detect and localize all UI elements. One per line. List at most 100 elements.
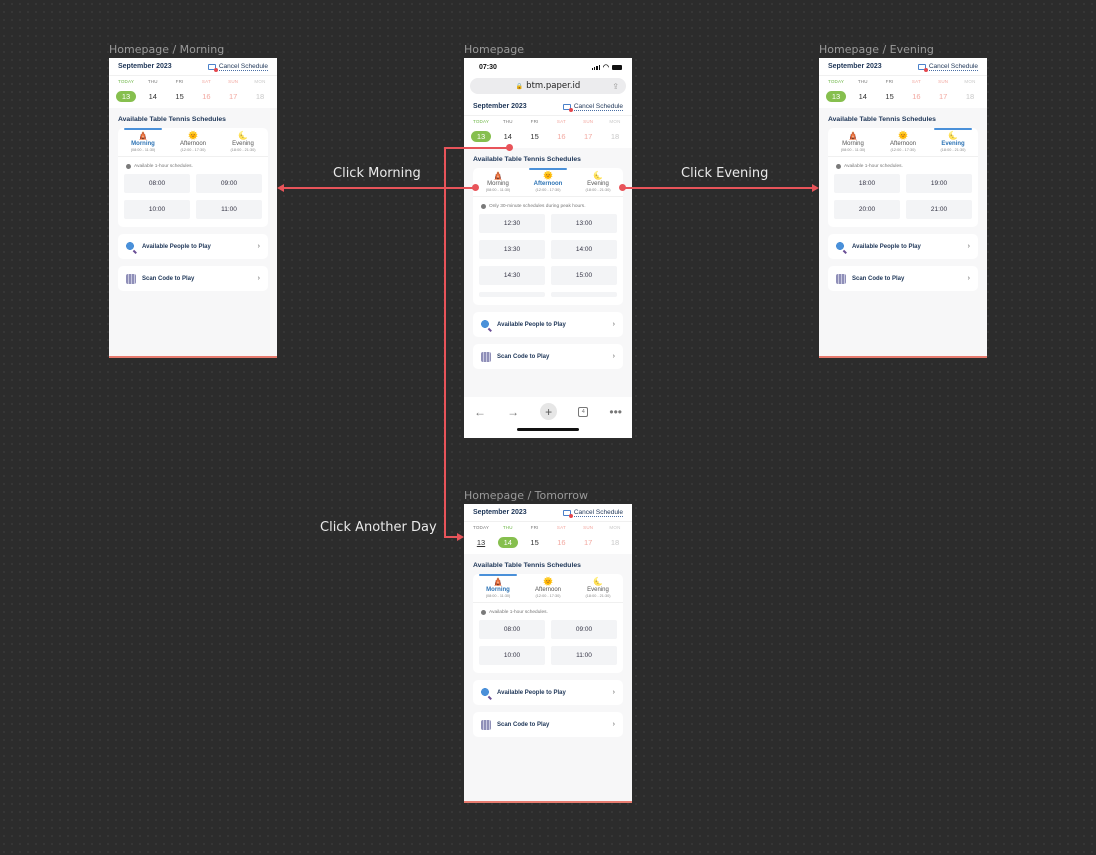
cancel-schedule-link[interactable]: Cancel Schedule	[562, 103, 623, 112]
url-bar[interactable]: 🔒 btm.paper.id ⇪	[470, 78, 626, 94]
day-selector: TODAY 13 THU 14 FRI 15 SAT 16 SUN 17 MON 18	[464, 522, 632, 554]
time-slot[interactable]: 09:00	[196, 174, 262, 193]
calendar-cancel-icon	[562, 103, 573, 112]
schedule-note: Available 1-hour schedules.	[473, 603, 623, 620]
available-people-button[interactable]: Available People to Play ›	[473, 312, 623, 337]
time-slot[interactable]: 15:00	[551, 266, 617, 285]
day-sat[interactable]: SAT 16	[550, 525, 572, 550]
time-slot[interactable]: 08:00	[479, 620, 545, 639]
tab-afternoon[interactable]: 🌞 Afternoon (12:00 - 17:30)	[523, 574, 573, 602]
time-slot[interactable]: 12:30	[479, 214, 545, 233]
qr-code-icon	[836, 273, 846, 284]
month-label: September 2023	[473, 103, 527, 110]
people-search-icon	[481, 687, 491, 698]
tab-evening[interactable]: 🌜 Evening (18:00 - 21:30)	[928, 128, 978, 156]
day-sun[interactable]: SUN 17	[577, 119, 599, 144]
day-sun[interactable]: SUN 17	[577, 525, 599, 550]
cancel-schedule-link[interactable]: Cancel Schedule	[562, 509, 623, 518]
time-slot[interactable]: 18:00	[834, 174, 900, 193]
tabs-button[interactable]: 4	[578, 406, 589, 417]
cancel-schedule-link[interactable]: Cancel Schedule	[207, 63, 268, 72]
day-thu[interactable]: THU 14	[497, 119, 519, 144]
day-thu[interactable]: THU 14	[142, 79, 164, 104]
time-slot[interactable]: 14:30	[479, 266, 545, 285]
tab-evening[interactable]: 🌜 Evening (18:00 - 21:30)	[573, 574, 623, 602]
arrow-right-icon	[812, 184, 819, 192]
day-fri[interactable]: FRI 15	[169, 79, 191, 104]
time-slot[interactable]: 19:00	[906, 174, 972, 193]
sunrise-icon: 🛕	[493, 171, 503, 180]
day-fri[interactable]: FRI 15	[524, 119, 546, 144]
more-icon[interactable]: •••	[609, 405, 622, 419]
tab-evening[interactable]: 🌜 Evening (18:00 - 21:30)	[218, 128, 268, 156]
time-slot[interactable]: 20:00	[834, 200, 900, 219]
day-sun[interactable]: SUN 17	[222, 79, 244, 104]
day-thu[interactable]: THU 14	[497, 525, 519, 550]
time-slot[interactable]: 21:00	[906, 200, 972, 219]
day-thu[interactable]: THU 14	[852, 79, 874, 104]
day-today[interactable]: TODAY 13	[115, 79, 137, 104]
time-slot[interactable]: 13:00	[551, 214, 617, 233]
time-slot[interactable]: 13:30	[479, 240, 545, 259]
tab-evening[interactable]: 🌜 Evening (18:00 - 21:30)	[573, 168, 623, 196]
tab-afternoon[interactable]: 🌞 Afternoon (12:00 - 17:30)	[168, 128, 218, 156]
screen-morning: September 2023 Cancel Schedule TODAY 13 T…	[109, 58, 277, 358]
share-icon[interactable]: ⇪	[612, 82, 619, 91]
cancel-schedule-link[interactable]: Cancel Schedule	[917, 63, 978, 72]
day-sat[interactable]: SAT 16	[550, 119, 572, 144]
chevron-right-icon: ›	[257, 275, 260, 282]
day-mon[interactable]: MON 18	[604, 119, 626, 144]
day-mon[interactable]: MON 18	[959, 79, 981, 104]
time-slot[interactable]: 11:00	[551, 646, 617, 665]
time-slot[interactable]: 08:00	[124, 174, 190, 193]
moon-icon: 🌜	[948, 131, 958, 140]
time-slot-partial[interactable]	[479, 292, 545, 297]
sun-icon: 🌞	[188, 131, 198, 140]
time-slot[interactable]: 10:00	[479, 646, 545, 665]
available-people-button[interactable]: Available People to Play ›	[828, 234, 978, 259]
day-sat[interactable]: SAT 16	[195, 79, 217, 104]
tab-morning[interactable]: 🛕 Morning (08:00 - 11:30)	[118, 128, 168, 156]
time-slot[interactable]: 10:00	[124, 200, 190, 219]
tab-morning[interactable]: 🛕 Morning (08:00 - 11:30)	[828, 128, 878, 156]
day-fri[interactable]: FRI 15	[879, 79, 901, 104]
connector-line-day-top	[444, 147, 509, 149]
month-label: September 2023	[828, 63, 882, 70]
day-today[interactable]: TODAY 13	[470, 525, 492, 550]
qr-code-icon	[481, 351, 491, 362]
day-today[interactable]: TODAY 13	[470, 119, 492, 144]
day-today[interactable]: TODAY 13	[825, 79, 847, 104]
time-slot-partial[interactable]	[551, 292, 617, 297]
schedule-card: 🛕 Morning (08:00 - 11:30) 🌞 Afternoon (12:00…	[118, 128, 268, 227]
time-slot[interactable]: 11:00	[196, 200, 262, 219]
forward-icon[interactable]: →	[507, 405, 519, 419]
sunrise-icon: 🛕	[848, 131, 858, 140]
time-slot[interactable]: 14:00	[551, 240, 617, 259]
scan-code-button[interactable]: Scan Code to Play ›	[118, 266, 268, 291]
chevron-right-icon: ›	[967, 275, 970, 282]
tab-afternoon[interactable]: 🌞 Afternoon (12:00 - 17:30)	[878, 128, 928, 156]
scan-code-button[interactable]: Scan Code to Play ›	[473, 712, 623, 737]
header: September 2023 Cancel Schedule	[109, 58, 277, 76]
frame-label-homepage: Homepage	[464, 43, 524, 56]
tab-afternoon[interactable]: 🌞 Afternoon (12:00 - 17:30)	[523, 168, 573, 196]
scan-code-button[interactable]: Scan Code to Play ›	[473, 344, 623, 369]
lock-icon: 🔒	[515, 82, 524, 90]
day-sun[interactable]: SUN 17	[932, 79, 954, 104]
tab-morning[interactable]: 🛕 Morning (08:00 - 11:30)	[473, 574, 523, 602]
day-sat[interactable]: SAT 16	[905, 79, 927, 104]
day-mon[interactable]: MON 18	[249, 79, 271, 104]
info-icon	[126, 164, 131, 169]
new-tab-icon[interactable]: +	[540, 403, 558, 420]
time-slot[interactable]: 09:00	[551, 620, 617, 639]
moon-icon: 🌜	[238, 131, 248, 140]
day-fri[interactable]: FRI 15	[524, 525, 546, 550]
back-icon[interactable]: ←	[474, 405, 486, 419]
scan-code-button[interactable]: Scan Code to Play ›	[828, 266, 978, 291]
tab-morning[interactable]: 🛕 Morning (08:00 - 11:30)	[473, 168, 523, 196]
schedule-card: 🛕 Morning (08:00 - 11:30) 🌞 Afternoon (12:00…	[473, 168, 623, 305]
chevron-right-icon: ›	[612, 721, 615, 728]
available-people-button[interactable]: Available People to Play ›	[473, 680, 623, 705]
day-mon[interactable]: MON 18	[604, 525, 626, 550]
available-people-button[interactable]: Available People to Play ›	[118, 234, 268, 259]
